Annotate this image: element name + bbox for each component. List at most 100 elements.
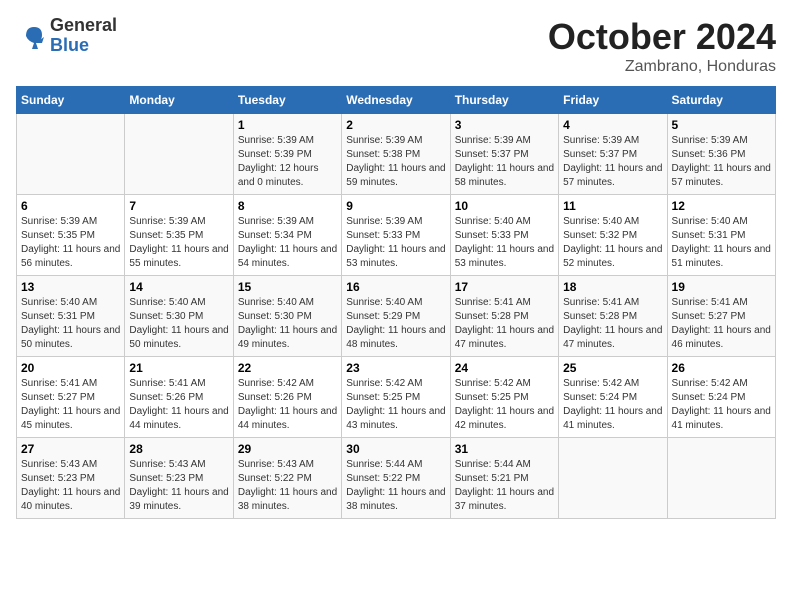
calendar-cell: 24 Sunrise: 5:42 AMSunset: 5:25 PMDayligh… bbox=[450, 357, 558, 438]
day-info: Sunrise: 5:39 AMSunset: 5:38 PMDaylight:… bbox=[346, 134, 445, 190]
day-number: 23 bbox=[346, 361, 445, 375]
logo-icon bbox=[16, 21, 46, 51]
day-number: 8 bbox=[238, 199, 337, 213]
calendar-cell: 16Sunrise: 5:40 AMSunset: 5:29 PMDayligh… bbox=[342, 276, 450, 357]
weekday-header-friday: Friday bbox=[559, 87, 667, 114]
day-number: 20 bbox=[21, 361, 120, 375]
week-row-3: 13 Sunrise: 5:40 AMSunset: 5:31 PMDayligh… bbox=[17, 276, 776, 357]
weekday-header-wednesday: Wednesday bbox=[342, 87, 450, 114]
calendar-cell: 9 Sunrise: 5:39 AMSunset: 5:33 PMDaylight… bbox=[342, 195, 450, 276]
logo-general-text: General bbox=[50, 16, 117, 36]
day-info: Sunrise: 5:42 AMSunset: 5:26 PMDaylight:… bbox=[238, 377, 337, 433]
day-number: 15 bbox=[238, 280, 337, 294]
day-number: 5 bbox=[672, 118, 771, 132]
day-info: Sunrise: 5:39 AMSunset: 5:36 PMDaylight:… bbox=[672, 134, 771, 190]
calendar-cell: 14Sunrise: 5:40 AMSunset: 5:30 PMDayligh… bbox=[125, 276, 233, 357]
calendar-cell: 12 Sunrise: 5:40 AMSunset: 5:31 PMDayligh… bbox=[667, 195, 775, 276]
calendar-cell: 3Sunrise: 5:39 AMSunset: 5:37 PMDaylight… bbox=[450, 114, 558, 195]
day-info: Sunrise: 5:40 AMSunset: 5:31 PMDaylight:… bbox=[672, 215, 771, 271]
weekday-header-thursday: Thursday bbox=[450, 87, 558, 114]
day-info: Sunrise: 5:40 AMSunset: 5:31 PMDaylight:… bbox=[21, 296, 120, 352]
weekday-header-sunday: Sunday bbox=[17, 87, 125, 114]
calendar-cell: 13 Sunrise: 5:40 AMSunset: 5:31 PMDayligh… bbox=[17, 276, 125, 357]
day-number: 13 bbox=[21, 280, 120, 294]
day-number: 17 bbox=[455, 280, 554, 294]
calendar-cell bbox=[559, 438, 667, 519]
calendar-cell: 1 Sunrise: 5:39 AMSunset: 5:39 PMDaylight… bbox=[233, 114, 341, 195]
calendar-cell: 5 Sunrise: 5:39 AMSunset: 5:36 PMDaylight… bbox=[667, 114, 775, 195]
week-row-4: 20 Sunrise: 5:41 AMSunset: 5:27 PMDayligh… bbox=[17, 357, 776, 438]
day-info: Sunrise: 5:40 AMSunset: 5:33 PMDaylight:… bbox=[455, 215, 554, 271]
day-info: Sunrise: 5:39 AMSunset: 5:35 PMDaylight:… bbox=[129, 215, 228, 271]
day-number: 29 bbox=[238, 442, 337, 456]
day-number: 3 bbox=[455, 118, 554, 132]
calendar-cell: 29 Sunrise: 5:43 AMSunset: 5:22 PMDayligh… bbox=[233, 438, 341, 519]
day-info: Sunrise: 5:42 AMSunset: 5:25 PMDaylight:… bbox=[455, 377, 554, 433]
day-info: Sunrise: 5:39 AMSunset: 5:39 PMDaylight:… bbox=[238, 134, 337, 190]
day-number: 24 bbox=[455, 361, 554, 375]
day-number: 12 bbox=[672, 199, 771, 213]
day-number: 11 bbox=[563, 199, 662, 213]
calendar-cell: 10 Sunrise: 5:40 AMSunset: 5:33 PMDayligh… bbox=[450, 195, 558, 276]
day-info: Sunrise: 5:41 AMSunset: 5:28 PMDaylight:… bbox=[455, 296, 554, 352]
calendar-cell bbox=[17, 114, 125, 195]
calendar-table: SundayMondayTuesdayWednesdayThursdayFrid… bbox=[16, 86, 776, 519]
day-number: 10 bbox=[455, 199, 554, 213]
day-info: Sunrise: 5:43 AMSunset: 5:23 PMDaylight:… bbox=[129, 458, 228, 514]
title-block: October 2024 Zambrano, Honduras bbox=[548, 16, 776, 76]
month-title: October 2024 bbox=[548, 16, 776, 58]
day-info: Sunrise: 5:39 AMSunset: 5:34 PMDaylight:… bbox=[238, 215, 337, 271]
calendar-cell: 2 Sunrise: 5:39 AMSunset: 5:38 PMDaylight… bbox=[342, 114, 450, 195]
day-number: 26 bbox=[672, 361, 771, 375]
calendar-cell: 8 Sunrise: 5:39 AMSunset: 5:34 PMDaylight… bbox=[233, 195, 341, 276]
day-number: 6 bbox=[21, 199, 120, 213]
day-number: 4 bbox=[563, 118, 662, 132]
calendar-header: SundayMondayTuesdayWednesdayThursdayFrid… bbox=[17, 87, 776, 114]
calendar-cell: 19Sunrise: 5:41 AMSunset: 5:27 PMDayligh… bbox=[667, 276, 775, 357]
calendar-cell: 27Sunrise: 5:43 AMSunset: 5:23 PMDayligh… bbox=[17, 438, 125, 519]
day-number: 7 bbox=[129, 199, 228, 213]
weekday-row: SundayMondayTuesdayWednesdayThursdayFrid… bbox=[17, 87, 776, 114]
logo: General Blue bbox=[16, 16, 117, 56]
calendar-cell: 22 Sunrise: 5:42 AMSunset: 5:26 PMDayligh… bbox=[233, 357, 341, 438]
day-info: Sunrise: 5:39 AMSunset: 5:37 PMDaylight:… bbox=[563, 134, 662, 190]
day-number: 1 bbox=[238, 118, 337, 132]
day-info: Sunrise: 5:41 AMSunset: 5:26 PMDaylight:… bbox=[129, 377, 228, 433]
day-number: 21 bbox=[129, 361, 228, 375]
calendar-cell: 28 Sunrise: 5:43 AMSunset: 5:23 PMDayligh… bbox=[125, 438, 233, 519]
week-row-1: 1 Sunrise: 5:39 AMSunset: 5:39 PMDaylight… bbox=[17, 114, 776, 195]
day-number: 2 bbox=[346, 118, 445, 132]
day-number: 9 bbox=[346, 199, 445, 213]
page-header: General Blue October 2024 Zambrano, Hond… bbox=[16, 16, 776, 76]
day-number: 25 bbox=[563, 361, 662, 375]
calendar-cell bbox=[667, 438, 775, 519]
day-info: Sunrise: 5:39 AMSunset: 5:33 PMDaylight:… bbox=[346, 215, 445, 271]
calendar-cell: 4 Sunrise: 5:39 AMSunset: 5:37 PMDaylight… bbox=[559, 114, 667, 195]
day-info: Sunrise: 5:39 AMSunset: 5:35 PMDaylight:… bbox=[21, 215, 120, 271]
day-info: Sunrise: 5:44 AMSunset: 5:21 PMDaylight:… bbox=[455, 458, 554, 514]
calendar-cell: 17 Sunrise: 5:41 AMSunset: 5:28 PMDayligh… bbox=[450, 276, 558, 357]
calendar-cell: 20 Sunrise: 5:41 AMSunset: 5:27 PMDayligh… bbox=[17, 357, 125, 438]
day-number: 30 bbox=[346, 442, 445, 456]
day-info: Sunrise: 5:43 AMSunset: 5:23 PMDaylight:… bbox=[21, 458, 120, 514]
day-number: 22 bbox=[238, 361, 337, 375]
day-info: Sunrise: 5:43 AMSunset: 5:22 PMDaylight:… bbox=[238, 458, 337, 514]
day-info: Sunrise: 5:41 AMSunset: 5:28 PMDaylight:… bbox=[563, 296, 662, 352]
calendar-cell: 15Sunrise: 5:40 AMSunset: 5:30 PMDayligh… bbox=[233, 276, 341, 357]
weekday-header-monday: Monday bbox=[125, 87, 233, 114]
calendar-cell: 21 Sunrise: 5:41 AMSunset: 5:26 PMDayligh… bbox=[125, 357, 233, 438]
day-number: 16 bbox=[346, 280, 445, 294]
calendar-cell: 23Sunrise: 5:42 AMSunset: 5:25 PMDayligh… bbox=[342, 357, 450, 438]
location-title: Zambrano, Honduras bbox=[548, 58, 776, 76]
calendar-cell: 25Sunrise: 5:42 AMSunset: 5:24 PMDayligh… bbox=[559, 357, 667, 438]
day-number: 28 bbox=[129, 442, 228, 456]
logo-blue-text: Blue bbox=[50, 36, 117, 56]
day-info: Sunrise: 5:40 AMSunset: 5:30 PMDaylight:… bbox=[129, 296, 228, 352]
calendar-cell: 6 Sunrise: 5:39 AMSunset: 5:35 PMDaylight… bbox=[17, 195, 125, 276]
day-number: 19 bbox=[672, 280, 771, 294]
weekday-header-tuesday: Tuesday bbox=[233, 87, 341, 114]
day-info: Sunrise: 5:42 AMSunset: 5:24 PMDaylight:… bbox=[672, 377, 771, 433]
day-info: Sunrise: 5:44 AMSunset: 5:22 PMDaylight:… bbox=[346, 458, 445, 514]
calendar-cell: 31Sunrise: 5:44 AMSunset: 5:21 PMDayligh… bbox=[450, 438, 558, 519]
day-info: Sunrise: 5:41 AMSunset: 5:27 PMDaylight:… bbox=[21, 377, 120, 433]
